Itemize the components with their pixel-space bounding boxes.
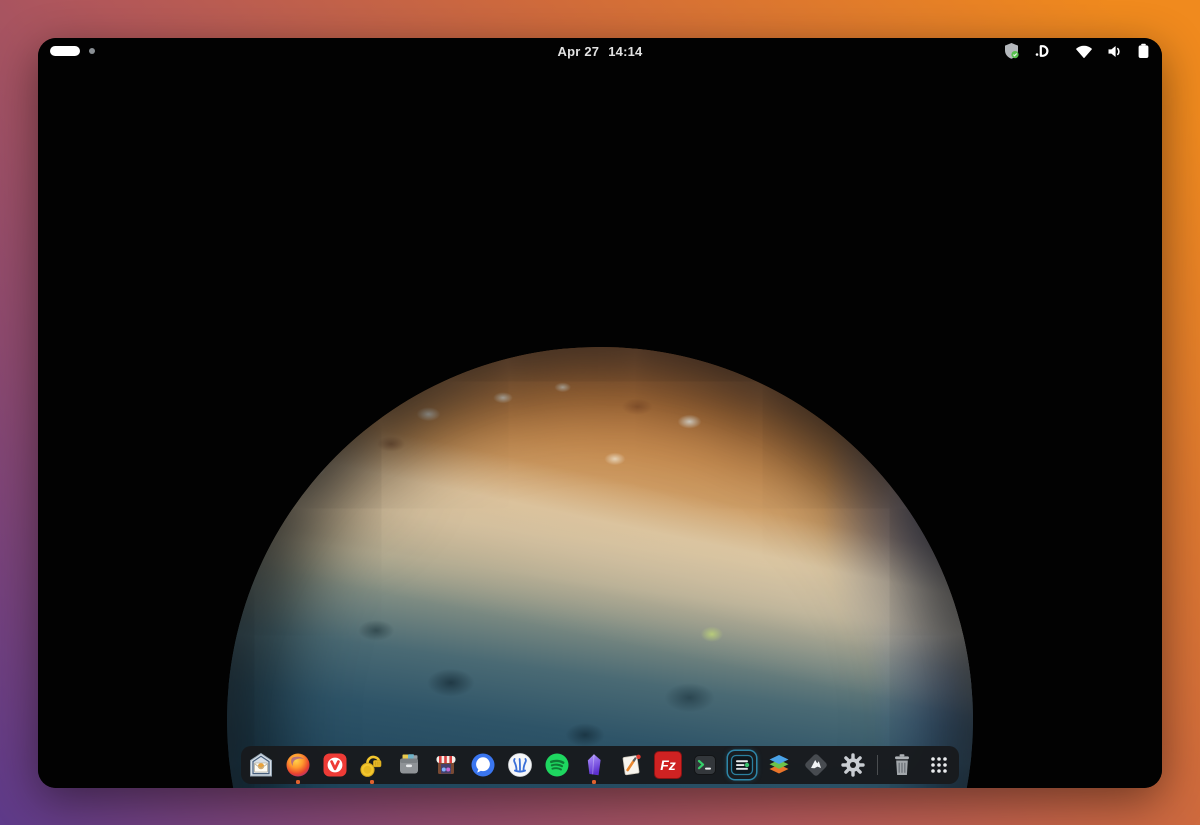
wifi-icon[interactable] — [1075, 44, 1093, 59]
dock-item-app-grid[interactable] — [925, 751, 953, 779]
dock-item-filezilla[interactable]: Fz — [654, 751, 682, 779]
active-workspace-pill[interactable] — [50, 46, 80, 56]
dock: Fz — [241, 746, 959, 784]
volume-icon[interactable] — [1107, 44, 1123, 59]
running-indicator — [296, 780, 300, 784]
dock-item-app-store[interactable] — [432, 751, 460, 779]
system-tray — [1003, 42, 1150, 60]
workspace-indicator[interactable] — [50, 46, 95, 56]
dock-separator — [877, 755, 878, 775]
top-bar: Apr 27 14:14 — [38, 38, 1162, 64]
dock-item-boxes[interactable] — [765, 751, 793, 779]
filezilla-logo: Fz — [654, 751, 682, 779]
dock-item-notes[interactable] — [617, 751, 645, 779]
jupiter-planet-image — [227, 347, 973, 788]
running-indicator — [370, 780, 374, 784]
dock-item-inkscape[interactable] — [802, 751, 830, 779]
dock-item-spotify[interactable] — [543, 751, 571, 779]
filezilla-label: Fz — [660, 757, 676, 773]
desktop-wallpaper — [38, 38, 1162, 788]
dock-item-trash[interactable] — [888, 751, 916, 779]
dock-item-terminal[interactable] — [691, 751, 719, 779]
dock-item-mail[interactable] — [247, 751, 275, 779]
battery-icon[interactable] — [1137, 43, 1150, 59]
letter-d-indicator-icon[interactable] — [1034, 43, 1051, 59]
dock-item-settings[interactable] — [839, 751, 867, 779]
dock-item-coral-app[interactable] — [506, 751, 534, 779]
dock-item-vivaldi[interactable] — [321, 751, 349, 779]
desktop-screen: Apr 27 14:14 — [38, 38, 1162, 788]
dock-item-tuba[interactable] — [358, 751, 386, 779]
shield-security-icon[interactable] — [1003, 42, 1020, 60]
clock-date[interactable]: Apr 27 — [558, 44, 600, 59]
dock-item-obsidian[interactable] — [580, 751, 608, 779]
clock[interactable]: Apr 27 14:14 — [38, 38, 1162, 64]
dock-item-fragments[interactable] — [728, 751, 756, 779]
clock-time[interactable]: 14:14 — [608, 44, 642, 59]
inactive-workspace-dot[interactable] — [89, 48, 95, 54]
running-indicator — [592, 780, 596, 784]
dock-item-firefox[interactable] — [284, 751, 312, 779]
dock-item-signal[interactable] — [469, 751, 497, 779]
dock-item-file-drawer[interactable] — [395, 751, 423, 779]
